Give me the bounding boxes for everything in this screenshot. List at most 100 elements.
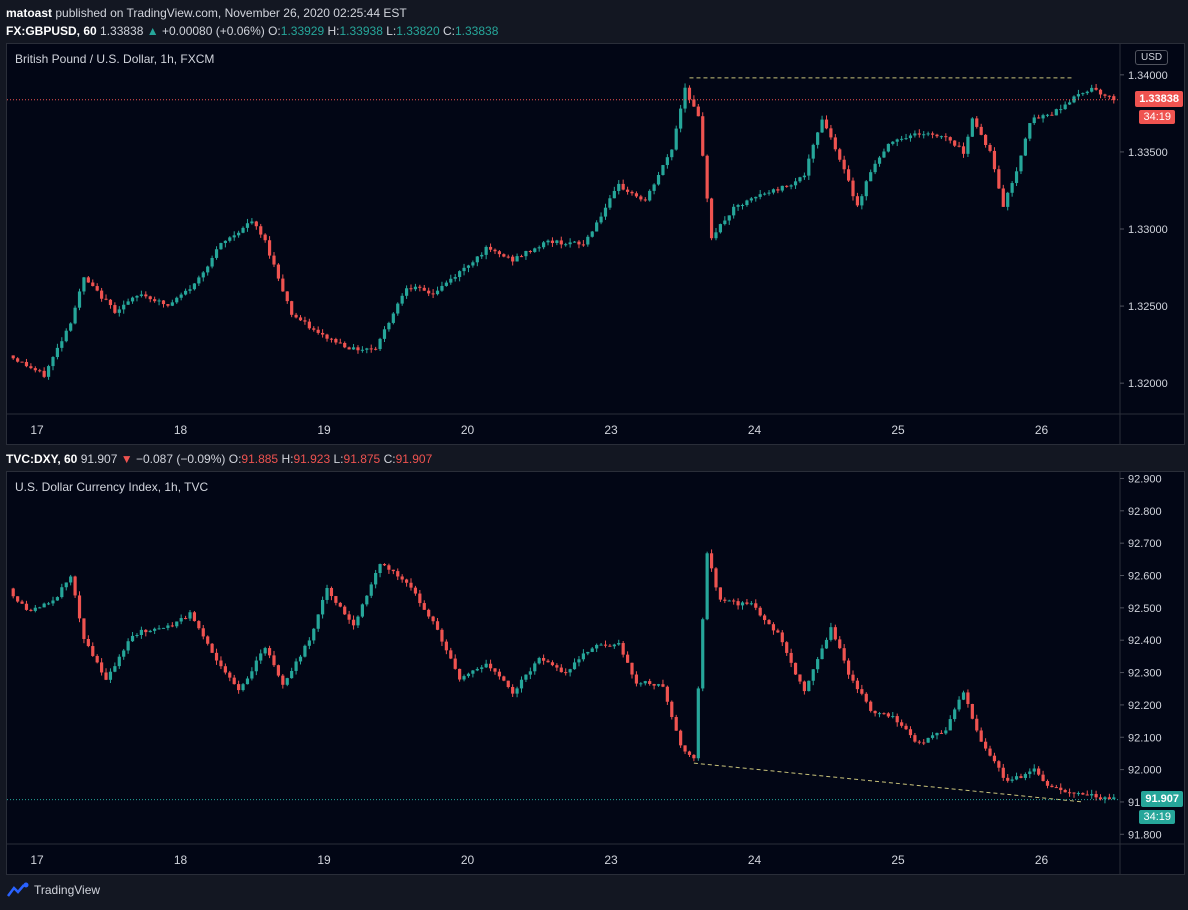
candle-body bbox=[1006, 192, 1010, 207]
bottom-symbol[interactable]: TVC:DXY, 60 bbox=[6, 452, 77, 466]
candle-body bbox=[740, 602, 745, 606]
candle-body bbox=[400, 295, 404, 304]
candle-body bbox=[1045, 781, 1050, 786]
y-tick-label: 92.900 bbox=[1128, 473, 1162, 485]
candle-body bbox=[692, 99, 696, 107]
candle-body bbox=[550, 240, 555, 243]
candle-body bbox=[135, 635, 139, 637]
dxy-chart-pane[interactable]: 91.80091.90092.00092.10092.20092.30092.4… bbox=[6, 471, 1185, 875]
candle-body bbox=[91, 646, 95, 656]
gbpusd-chart-title: British Pound / U.S. Dollar, 1h, FXCM bbox=[15, 52, 215, 66]
candle-body bbox=[833, 627, 837, 640]
candle-body bbox=[444, 641, 448, 651]
candle-body bbox=[979, 126, 983, 135]
candle-body bbox=[241, 227, 245, 233]
candle-body bbox=[838, 149, 842, 160]
up-arrow-icon: ▲ bbox=[146, 24, 159, 38]
x-tick-label: 26 bbox=[1035, 423, 1049, 437]
top-symbol[interactable]: FX:GBPUSD, 60 bbox=[6, 24, 97, 38]
author-name[interactable]: matoast bbox=[6, 6, 52, 20]
candle-body bbox=[440, 629, 444, 642]
candle-body bbox=[873, 710, 877, 714]
dxy-chart[interactable]: 91.80091.90092.00092.10092.20092.30092.4… bbox=[7, 472, 1184, 874]
candle-body bbox=[462, 267, 466, 272]
candle-body bbox=[369, 348, 373, 350]
candle-body bbox=[303, 645, 307, 657]
candle-body bbox=[789, 652, 793, 663]
candle-body bbox=[807, 158, 811, 176]
candle-body bbox=[948, 719, 952, 731]
candle-body bbox=[502, 254, 506, 257]
candle-body bbox=[564, 244, 568, 246]
candle-body bbox=[285, 291, 289, 302]
candle-body bbox=[1085, 91, 1089, 94]
candle-body bbox=[1041, 115, 1045, 119]
candle-body bbox=[1028, 123, 1032, 139]
candle-body bbox=[1112, 797, 1116, 800]
candle-body bbox=[537, 657, 541, 664]
candle-body bbox=[237, 232, 241, 236]
candle-body bbox=[382, 329, 387, 339]
candle-body bbox=[696, 106, 700, 117]
trend-line bbox=[693, 762, 1083, 803]
candle-body bbox=[709, 553, 714, 569]
candle-body bbox=[183, 618, 188, 620]
y-tick-label: 92.100 bbox=[1128, 732, 1162, 744]
candle-body bbox=[692, 754, 696, 759]
candle-body bbox=[621, 643, 625, 655]
candle-body bbox=[175, 621, 179, 627]
candle-body bbox=[126, 301, 130, 305]
candle-body bbox=[1067, 792, 1072, 794]
gbpusd-chart-pane[interactable]: 1.32000 1.32500 1.33000 1.33500 1.34000 17 18 1… bbox=[6, 43, 1185, 445]
candle-body bbox=[396, 303, 400, 314]
candle-body bbox=[984, 741, 988, 749]
x-tick-label: 18 bbox=[174, 853, 188, 867]
candle-body bbox=[343, 606, 347, 615]
candle-body bbox=[493, 668, 497, 672]
candle-body bbox=[953, 709, 957, 720]
candle-body bbox=[471, 262, 475, 266]
candle-body bbox=[77, 291, 82, 308]
candle-body bbox=[188, 289, 192, 291]
candle-body bbox=[705, 553, 709, 620]
candle-body bbox=[356, 347, 360, 351]
currency-unit-button[interactable]: USD bbox=[1135, 50, 1169, 65]
published-text: published on TradingView.com, November 2… bbox=[55, 6, 407, 20]
candle-body bbox=[338, 342, 342, 344]
candle-body bbox=[104, 298, 108, 300]
candle-body bbox=[369, 584, 373, 596]
candle-body bbox=[780, 632, 784, 643]
candle-body bbox=[86, 277, 90, 283]
candle-body bbox=[555, 240, 559, 243]
candle-body bbox=[493, 249, 497, 252]
candle-body bbox=[64, 330, 68, 342]
candle-body bbox=[55, 597, 60, 601]
candle-body bbox=[175, 297, 179, 303]
candle-body bbox=[926, 133, 930, 135]
candle-body bbox=[895, 139, 899, 142]
candle-body bbox=[957, 145, 961, 147]
candle-body bbox=[100, 290, 104, 299]
candle-body bbox=[245, 223, 250, 228]
candle-body bbox=[670, 701, 674, 718]
tradingview-logo[interactable]: TradingView bbox=[6, 882, 100, 898]
candle-body bbox=[617, 183, 621, 191]
gbpusd-chart[interactable]: 1.32000 1.32500 1.33000 1.33500 1.34000 17 18 1… bbox=[7, 44, 1184, 444]
candle-body bbox=[1014, 171, 1019, 184]
candle-body bbox=[232, 677, 236, 685]
candle-body bbox=[484, 246, 488, 255]
bottom-symbol-info: TVC:DXY, 60 91.907 ▼ −0.087 (−0.09%) O:9… bbox=[6, 452, 432, 466]
candle-body bbox=[1001, 767, 1005, 778]
candle-body bbox=[418, 593, 422, 604]
candle-body bbox=[904, 725, 908, 730]
candle-body bbox=[413, 286, 418, 290]
candle-body bbox=[612, 644, 616, 647]
candle-body bbox=[329, 338, 334, 340]
candle-body bbox=[714, 568, 718, 588]
y-tick-label: 1.32000 bbox=[1128, 378, 1168, 390]
candle-body bbox=[864, 181, 868, 197]
candle-body bbox=[723, 599, 727, 601]
candle-body bbox=[374, 348, 378, 350]
candle-body bbox=[113, 666, 117, 672]
candle-body bbox=[630, 662, 634, 675]
